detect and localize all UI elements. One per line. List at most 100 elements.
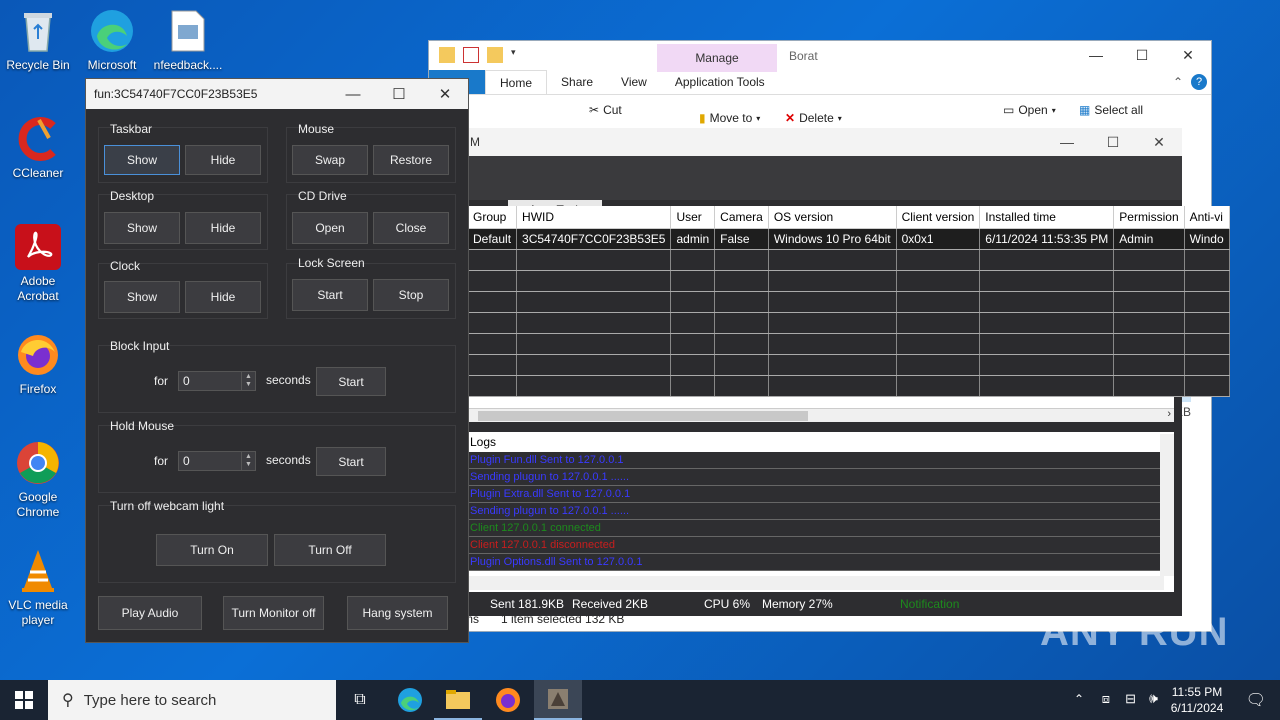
- block-input-start-button[interactable]: Start: [316, 367, 386, 396]
- lock-screen-start-button[interactable]: Start: [292, 279, 368, 311]
- help-icon[interactable]: ?: [1191, 74, 1207, 90]
- scrollbar-thumb[interactable]: [478, 411, 808, 421]
- minimize-button[interactable]: —: [330, 79, 376, 109]
- desktop-icon-vlc[interactable]: VLC media player: [0, 548, 76, 628]
- move-to-button[interactable]: ▮ Move to ▾: [699, 111, 760, 125]
- tab-view[interactable]: View: [607, 70, 661, 94]
- horizontal-scrollbar[interactable]: ›: [468, 408, 1174, 422]
- status-received: Received 2KB: [572, 597, 649, 611]
- mouse-swap-button[interactable]: Swap: [292, 145, 368, 175]
- cd-close-button[interactable]: Close: [373, 212, 449, 244]
- cell-installed-time: 6/11/2024 11:53:35 PM: [979, 228, 1115, 250]
- chevron-up-icon[interactable]: ⌃: [1173, 75, 1183, 89]
- taskbar-search[interactable]: ⚲ Type here to search: [48, 680, 336, 720]
- block-input-seconds-input[interactable]: 0 ▲ ▼: [178, 371, 256, 391]
- chevron-down-icon[interactable]: ▾: [511, 47, 519, 63]
- maximize-button[interactable]: ☐: [1090, 128, 1136, 156]
- play-audio-button[interactable]: Play Audio: [98, 596, 202, 630]
- taskbar-explorer[interactable]: [434, 680, 482, 720]
- manage-tab[interactable]: Manage: [657, 44, 777, 72]
- hold-mouse-start-button[interactable]: Start: [316, 447, 386, 476]
- desktop-icon-nfeedback[interactable]: nfeedback....: [150, 8, 226, 73]
- maximize-button[interactable]: ☐: [376, 79, 422, 109]
- network-icon[interactable]: ⊟: [1125, 691, 1136, 707]
- tab-home[interactable]: Home: [485, 70, 548, 94]
- tab-application-tools[interactable]: Application Tools: [661, 70, 779, 94]
- chevron-down-icon: ▾: [1051, 105, 1056, 115]
- webcam-turn-on-button[interactable]: Turn On: [156, 534, 268, 566]
- taskbar-show-button[interactable]: Show: [104, 145, 180, 175]
- table-row-empty: .........: [468, 354, 1230, 376]
- recycle-bin-icon: [15, 8, 61, 54]
- clients-table[interactable]: Group HWID User Camera OS version Client…: [468, 206, 1230, 422]
- taskbar-hide-button[interactable]: Hide: [185, 145, 261, 175]
- desktop-icon-firefox[interactable]: Firefox: [0, 332, 76, 397]
- task-view-button[interactable]: ⧉: [336, 680, 384, 720]
- desktop-icon-edge[interactable]: Microsoft Edge: [74, 8, 150, 73]
- clock[interactable]: 11:55 PM 6/11/2024: [1162, 684, 1232, 716]
- taskbar-firefox[interactable]: [484, 680, 532, 720]
- column-header[interactable]: Anti-vi: [1184, 206, 1230, 229]
- close-button[interactable]: ✕: [1136, 128, 1182, 156]
- properties-icon[interactable]: [463, 47, 479, 63]
- column-header[interactable]: HWID: [516, 206, 672, 229]
- maximize-button[interactable]: ☐: [1119, 41, 1165, 69]
- desktop-show-button[interactable]: Show: [104, 212, 180, 244]
- spinner-icon[interactable]: ▲ ▼: [241, 452, 255, 470]
- column-header[interactable]: Group: [468, 206, 518, 229]
- webcam-turn-off-button[interactable]: Turn Off: [274, 534, 386, 566]
- mouse-restore-button[interactable]: Restore: [373, 145, 449, 175]
- lock-screen-stop-button[interactable]: Stop: [373, 279, 449, 311]
- hold-mouse-seconds-input[interactable]: 0 ▲ ▼: [178, 451, 256, 471]
- log-list: Plugin Fun.dll Sent to 127.0.0.1 Sending…: [468, 452, 1164, 571]
- desktop-hide-button[interactable]: Hide: [185, 212, 261, 244]
- network-device-icon[interactable]: ⧈: [1102, 691, 1110, 707]
- hang-system-button[interactable]: Hang system: [347, 596, 448, 630]
- notification-icon[interactable]: 🗨: [1246, 690, 1266, 710]
- fun-dialog[interactable]: fun:3C54740F7CC0F23B53E5 — ☐ ✕ Taskbar S…: [85, 78, 469, 643]
- taskbar-rat-app[interactable]: [534, 680, 582, 720]
- clock-show-button[interactable]: Show: [104, 281, 180, 313]
- desktop-icon-ccleaner[interactable]: CCleaner: [0, 116, 76, 181]
- cut-button[interactable]: ✂ Cut: [589, 103, 622, 117]
- spinner-icon[interactable]: ▲ ▼: [241, 372, 255, 390]
- turn-monitor-off-button[interactable]: Turn Monitor off: [223, 596, 324, 630]
- horizontal-scrollbar[interactable]: [468, 576, 1164, 590]
- table-row[interactable]: Default 3C54740F7CC0F23B53E5 admin False…: [468, 228, 1230, 250]
- column-header[interactable]: Permission: [1113, 206, 1185, 229]
- group-title: Hold Mouse: [110, 419, 175, 433]
- group-title: Turn off webcam light: [110, 499, 225, 513]
- close-button[interactable]: ✕: [422, 79, 468, 109]
- desktop-icon-recycle-bin[interactable]: Recycle Bin: [0, 8, 76, 73]
- close-button[interactable]: ✕: [1165, 41, 1211, 69]
- delete-button[interactable]: ✕ Delete ▾: [785, 111, 842, 125]
- chevron-up-icon[interactable]: ⌃: [1074, 692, 1084, 706]
- desktop-icon-acrobat[interactable]: Adobe Acrobat: [0, 224, 76, 304]
- column-header[interactable]: Installed time: [979, 206, 1115, 229]
- column-header[interactable]: OS version: [768, 206, 897, 229]
- column-header[interactable]: Client version: [896, 206, 981, 229]
- tab-share[interactable]: Share: [547, 70, 607, 94]
- rat-main-window[interactable]: M — ☐ ✕ ns Auto Task Group HWID User Cam…: [468, 128, 1230, 616]
- volume-icon[interactable]: 🕪: [1149, 690, 1158, 707]
- vlc-icon: [15, 548, 61, 594]
- column-header[interactable]: Camera: [714, 206, 769, 229]
- table-row-empty: .........: [468, 333, 1230, 355]
- cd-open-button[interactable]: Open: [292, 212, 368, 244]
- status-notification[interactable]: Notification: [900, 597, 959, 611]
- taskbar-edge[interactable]: [386, 680, 434, 720]
- chevron-right-icon[interactable]: ›: [1167, 408, 1171, 420]
- vertical-scrollbar[interactable]: [1160, 434, 1174, 576]
- clock-hide-button[interactable]: Hide: [185, 281, 261, 313]
- start-button[interactable]: [0, 680, 48, 720]
- cell-user: admin: [670, 228, 716, 250]
- select-all-button[interactable]: ▦ Select all: [1079, 103, 1143, 117]
- desktop-icon-chrome[interactable]: Google Chrome: [0, 440, 76, 520]
- ccleaner-icon: [15, 116, 61, 162]
- open-button[interactable]: ▭ Open ▾: [1003, 103, 1056, 117]
- new-folder-icon[interactable]: [487, 47, 503, 63]
- group-title: Desktop: [110, 189, 155, 203]
- minimize-button[interactable]: —: [1073, 41, 1119, 69]
- column-header[interactable]: User: [670, 206, 716, 229]
- minimize-button[interactable]: —: [1044, 128, 1090, 156]
